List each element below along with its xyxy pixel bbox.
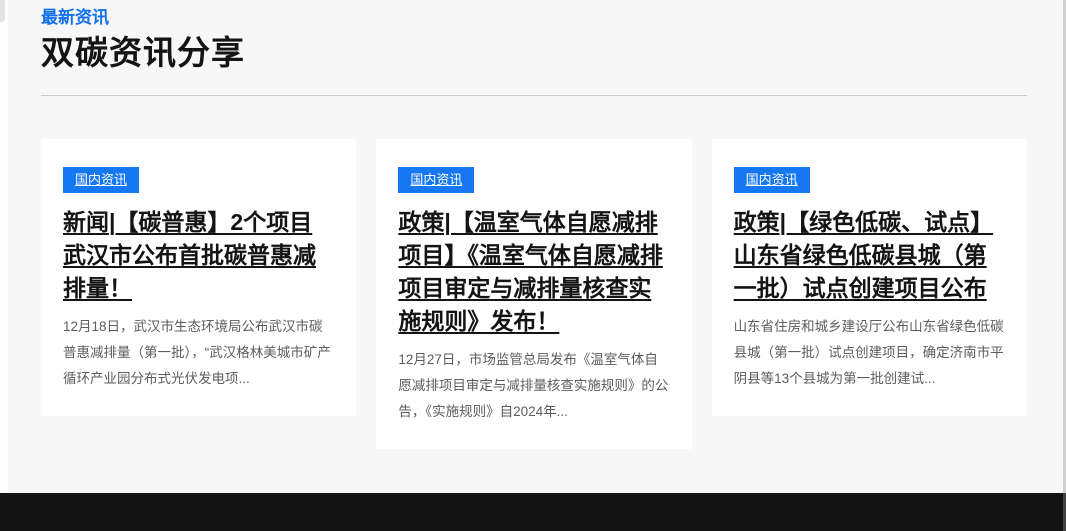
category-badge[interactable]: 国内资讯: [63, 167, 139, 193]
article-excerpt: 12月27日，市场监管总局发布《温室气体自愿减排项目审定与减排量核查实施规则》的…: [398, 347, 669, 437]
article-title-link[interactable]: 新闻|【碳普惠】2个项目武汉市公布首批碳普惠减排量！: [63, 206, 334, 305]
article-excerpt: 山东省住房和城乡建设厅公布山东省绿色低碳县城（第一批）试点创建项目，确定济南市平…: [734, 314, 1005, 404]
left-scrollbar-track[interactable]: [0, 0, 8, 493]
news-card-grid: 国内资讯 新闻|【碳普惠】2个项目武汉市公布首批碳普惠减排量！ 12月18日，武…: [41, 139, 1027, 449]
category-badge[interactable]: 国内资讯: [398, 167, 474, 193]
category-badge[interactable]: 国内资讯: [734, 167, 810, 193]
footer-bar: [0, 493, 1066, 531]
news-section: 最新资讯 双碳资讯分享 国内资讯 新闻|【碳普惠】2个项目武汉市公布首批碳普惠减…: [41, 0, 1027, 449]
page-title: 双碳资讯分享: [41, 32, 1027, 74]
news-card: 国内资讯 新闻|【碳普惠】2个项目武汉市公布首批碳普惠减排量！ 12月18日，武…: [41, 139, 356, 416]
section-eyebrow: 最新资讯: [41, 7, 1027, 29]
section-divider: [41, 95, 1027, 96]
news-card: 国内资讯 政策|【温室气体自愿减排项目】《温室气体自愿减排项目审定与减排量核查实…: [376, 139, 691, 449]
article-excerpt: 12月18日，武汉市生态环境局公布武汉市碳普惠减排量（第一批），“武汉格林美城市…: [63, 314, 334, 404]
article-title-link[interactable]: 政策|【绿色低碳、试点】山东省绿色低碳县城（第一批）试点创建项目公布: [734, 206, 1005, 305]
left-scrollbar-thumb[interactable]: [0, 0, 5, 22]
news-card: 国内资讯 政策|【绿色低碳、试点】山东省绿色低碳县城（第一批）试点创建项目公布 …: [712, 139, 1027, 416]
article-title-link[interactable]: 政策|【温室气体自愿减排项目】《温室气体自愿减排项目审定与减排量核查实施规则》发…: [398, 206, 669, 338]
page-background: 最新资讯 双碳资讯分享 国内资讯 新闻|【碳普惠】2个项目武汉市公布首批碳普惠减…: [0, 0, 1066, 531]
